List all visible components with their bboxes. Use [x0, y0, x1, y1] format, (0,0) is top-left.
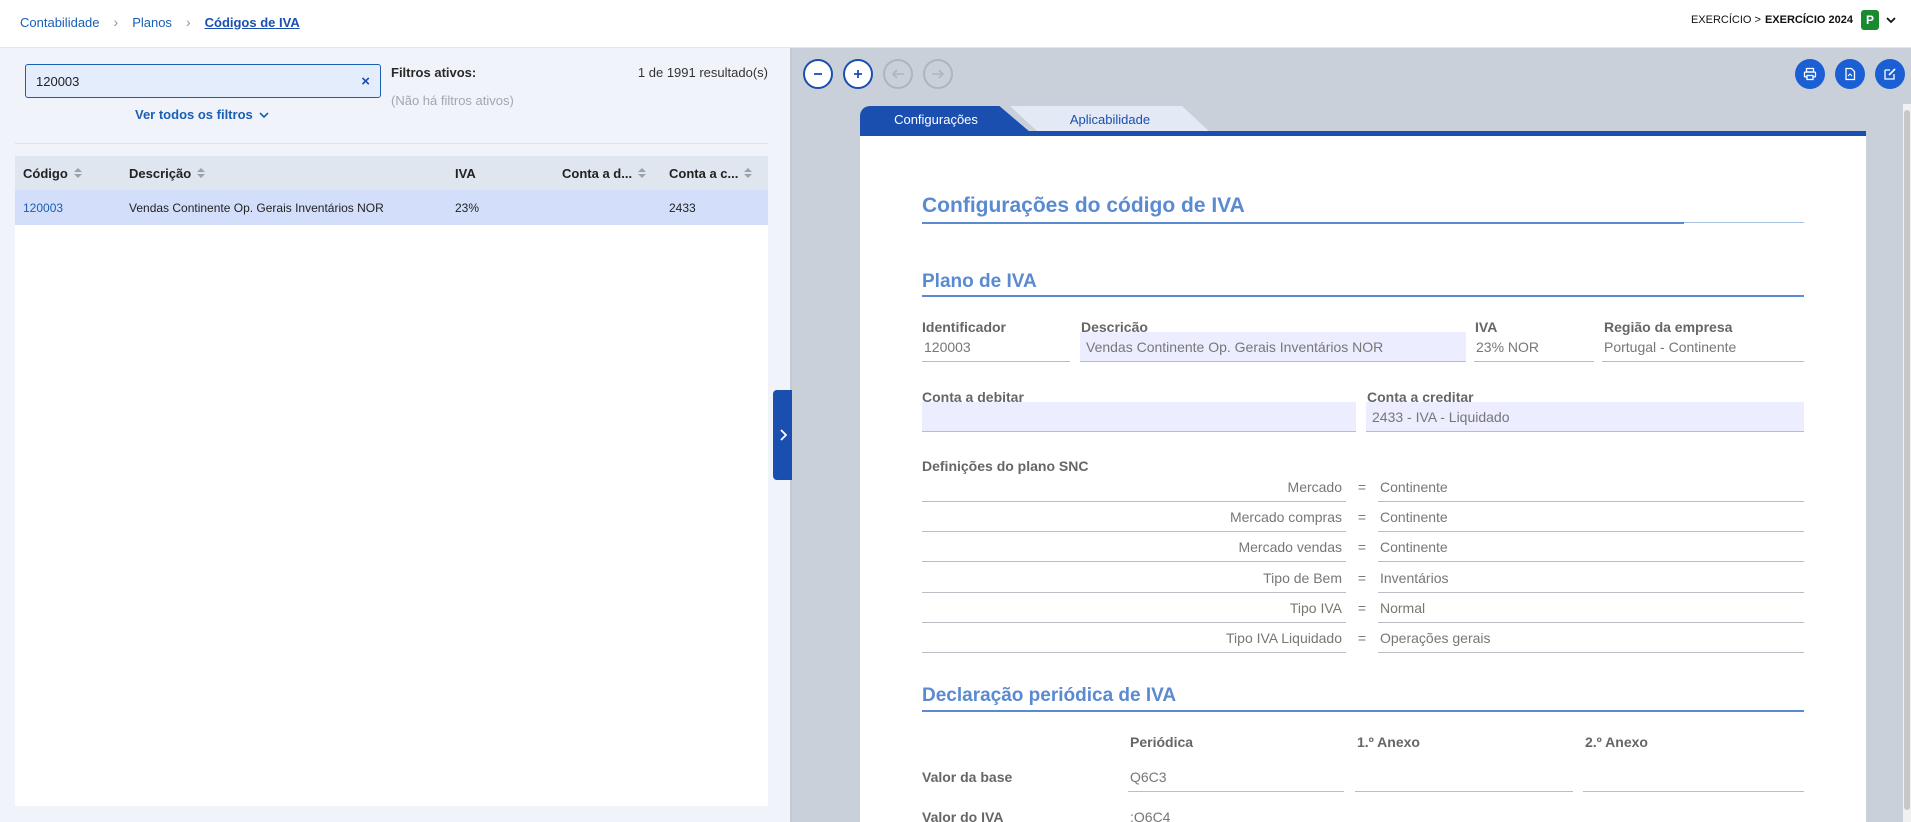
- col-anexo1-label: 1.º Anexo: [1357, 734, 1420, 750]
- active-filters-label: Filtros ativos:: [391, 65, 477, 80]
- next-button[interactable]: [923, 59, 953, 89]
- arrow-left-icon: [891, 69, 904, 79]
- document-page: Configurações do código de IVA Plano de …: [860, 136, 1866, 822]
- breadcrumb-separator-icon: ›: [113, 14, 119, 30]
- column-header-conta-credito[interactable]: Conta a c...: [661, 156, 768, 190]
- results-table: Código Descrição IVA Conta a d... Conta …: [15, 156, 768, 806]
- see-all-filters-label: Ver todos os filtros: [135, 107, 253, 122]
- exercise-value: EXERCÍCIO 2024: [1764, 14, 1853, 26]
- breadcrumb-item-planos[interactable]: Planos: [132, 15, 172, 30]
- conta-creditar-field: 2433 - IVA - Liquidado: [1366, 402, 1804, 432]
- clear-search-icon[interactable]: ×: [361, 73, 370, 90]
- tab-aplicabilidade[interactable]: Aplicabilidade: [1010, 106, 1210, 132]
- col-anexo2-label: 2.º Anexo: [1585, 734, 1648, 750]
- search-box: ×: [25, 64, 381, 98]
- cell-iva: 23%: [455, 200, 480, 215]
- print-button[interactable]: [1795, 59, 1825, 89]
- section-title-declaracao: Declaração periódica de IVA: [922, 685, 1177, 706]
- col-periodica-label: Periódica: [1130, 734, 1194, 750]
- valor-base-anexo1-field: [1355, 762, 1573, 792]
- sort-icon: [638, 168, 647, 178]
- snc-row-tipo-iva: Tipo IVA = Normal: [922, 593, 1804, 623]
- column-header-conta-debito[interactable]: Conta a d...: [554, 156, 661, 190]
- regiao-field: Portugal - Continente: [1602, 332, 1804, 362]
- snc-row-mercado-vendas: Mercado vendas = Continente: [922, 532, 1804, 562]
- breadcrumb-current[interactable]: Códigos de IVA: [205, 15, 300, 30]
- arrow-right-icon: [932, 69, 945, 79]
- search-input[interactable]: [26, 65, 326, 97]
- cell-descricao: Vendas Continente Op. Gerais Inventários…: [129, 200, 384, 215]
- divider: [922, 295, 1804, 297]
- edit-icon: [1884, 68, 1896, 80]
- snc-row-tipo-iva-liquidado: Tipo IVA Liquidado = Operações gerais: [922, 623, 1804, 653]
- export-pdf-button[interactable]: [1835, 59, 1865, 89]
- valor-base-label: Valor da base: [922, 769, 1013, 785]
- see-all-filters-button[interactable]: Ver todos os filtros: [135, 107, 269, 122]
- divider: [15, 143, 768, 144]
- collapse-panel-button[interactable]: [773, 390, 792, 480]
- column-header-iva[interactable]: IVA: [447, 156, 554, 190]
- valor-iva-periodica-field: :Q6C4: [1130, 809, 1171, 822]
- cell-conta-credito: 2433: [669, 200, 696, 215]
- valor-iva-label: Valor do IVA: [922, 809, 1004, 822]
- sort-icon: [197, 168, 206, 178]
- descricao-field: Vendas Continente Op. Gerais Inventários…: [1080, 332, 1466, 362]
- exercise-prefix: EXERCÍCIO >: [1690, 14, 1761, 26]
- chevron-down-icon[interactable]: [1885, 14, 1897, 26]
- divider: [922, 710, 1804, 712]
- detail-panel: Aplicabilidade Configurações Configuraçõ…: [792, 48, 1911, 822]
- snc-row-mercado-compras: Mercado compras = Continente: [922, 502, 1804, 532]
- plus-icon: [854, 70, 862, 78]
- breadcrumb-item-contabilidade[interactable]: Contabilidade: [20, 15, 100, 30]
- divider: [922, 222, 1684, 224]
- previous-button[interactable]: [883, 59, 913, 89]
- scrollbar-thumb[interactable]: [1904, 110, 1910, 810]
- pdf-file-icon: [1845, 67, 1856, 81]
- no-active-filters-text: (Não há filtros ativos): [391, 93, 514, 108]
- top-bar: Contabilidade › Planos › Códigos de IVA …: [0, 0, 1911, 48]
- conta-debitar-field: [922, 402, 1356, 432]
- list-panel: × Ver todos os filtros Filtros ativos: (…: [0, 48, 790, 822]
- exercise-selector[interactable]: EXERCÍCIO > EXERCÍCIO 2024 P: [1691, 10, 1897, 30]
- tab-configuracoes[interactable]: Configurações: [860, 106, 1030, 132]
- edit-button[interactable]: [1875, 59, 1905, 89]
- zoom-out-button[interactable]: [803, 59, 833, 89]
- column-header-codigo[interactable]: Código: [15, 156, 121, 190]
- results-count: 1 de 1991 resultado(s): [637, 65, 768, 80]
- chevron-right-icon: [779, 429, 787, 441]
- zoom-in-button[interactable]: [843, 59, 873, 89]
- identificador-field: 120003: [922, 332, 1070, 362]
- column-header-descricao[interactable]: Descrição: [121, 156, 447, 190]
- document-title: Configurações do código de IVA: [922, 194, 1245, 217]
- iva-field: 23% NOR: [1474, 332, 1594, 362]
- valor-base-periodica-field: Q6C3: [1128, 762, 1344, 792]
- sort-icon: [73, 168, 82, 178]
- printer-icon: [1803, 67, 1817, 81]
- exercise-status-badge: P: [1861, 10, 1879, 30]
- scrollbar[interactable]: [1903, 104, 1911, 822]
- sort-icon: [744, 168, 753, 178]
- table-header: Código Descrição IVA Conta a d... Conta …: [15, 156, 768, 190]
- valor-base-anexo2-field: [1583, 762, 1804, 792]
- cell-codigo[interactable]: 120003: [15, 201, 121, 215]
- breadcrumb: Contabilidade › Planos › Códigos de IVA: [20, 14, 300, 30]
- table-row[interactable]: 120003 Vendas Continente Op. Gerais Inve…: [15, 190, 768, 225]
- chevron-down-icon: [259, 111, 269, 118]
- snc-row-tipo-bem: Tipo de Bem = Inventários: [922, 563, 1804, 593]
- minus-icon: [814, 73, 822, 75]
- breadcrumb-separator-icon: ›: [185, 14, 191, 30]
- snc-row-mercado: Mercado = Continente: [922, 472, 1804, 502]
- section-title-plano: Plano de IVA: [922, 271, 1037, 292]
